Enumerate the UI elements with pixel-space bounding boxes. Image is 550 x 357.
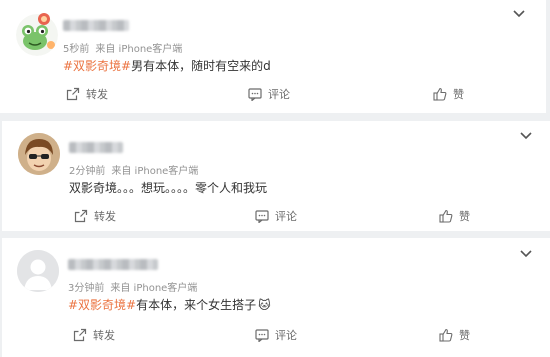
comment-button[interactable]: 评论: [248, 86, 290, 102]
username-blurred[interactable]: [69, 142, 123, 153]
comment-text: #双影奇境#男有本体，随时有空来的d: [63, 57, 271, 74]
comment-card: 5秒前 来自 iPhone客户端 #双影奇境#男有本体，随时有空来的d 转发 评论…: [0, 0, 546, 113]
repost-label: 转发: [94, 210, 116, 223]
repost-button[interactable]: 转发: [73, 327, 115, 343]
action-bar: 转发 评论 赞: [2, 327, 550, 347]
default-avatar[interactable]: [17, 250, 59, 292]
comment-meta: 5秒前 来自 iPhone客户端: [63, 40, 182, 55]
topic-tag[interactable]: #双影奇境#: [68, 298, 136, 312]
username-blurred[interactable]: [63, 20, 129, 31]
topic-tag[interactable]: #双影奇境#: [63, 59, 131, 73]
repost-button[interactable]: 转发: [66, 86, 108, 102]
comment-feed: 5秒前 来自 iPhone客户端 #双影奇境#男有本体，随时有空来的d 转发 评论…: [0, 0, 550, 357]
badge-icon: [38, 13, 50, 25]
comment-meta: 3分钟前 来自 iPhone客户端: [68, 279, 197, 294]
repost-button[interactable]: 转发: [74, 208, 116, 224]
source: 来自 iPhone客户端: [111, 166, 199, 177]
action-bar: 转发 评论 赞: [2, 208, 550, 228]
comment-card: 2分钟前 来自 iPhone客户端 双影奇境。。。想玩。。。。零个人和我玩 转发 …: [2, 121, 550, 231]
repost-icon: [73, 328, 87, 342]
timestamp: 5秒前: [63, 44, 90, 55]
default-user-icon: [17, 250, 59, 292]
comment-label: 评论: [275, 210, 297, 223]
like-button[interactable]: 赞: [439, 208, 470, 224]
username-blurred[interactable]: [68, 259, 158, 270]
like-icon: [439, 328, 453, 342]
source: 来自 iPhone客户端: [110, 283, 198, 294]
comment-text: 双影奇境。。。想玩。。。。零个人和我玩: [69, 179, 267, 196]
comment-body: 男有本体，随时有空来的d: [131, 59, 271, 73]
boy-avatar[interactable]: [18, 133, 60, 175]
repost-icon: [74, 209, 88, 223]
comment-icon: [255, 209, 269, 223]
like-icon: [433, 87, 447, 101]
comment-body: 双影奇境。。。想玩。。。。零个人和我玩: [69, 181, 268, 195]
comment-button[interactable]: 评论: [255, 327, 297, 343]
like-icon: [439, 209, 453, 223]
comment-label: 评论: [275, 329, 297, 342]
cat-emoji: 🐱: [258, 298, 271, 312]
comment-button[interactable]: 评论: [255, 208, 297, 224]
comment-icon: [255, 328, 269, 342]
chevron-down-icon[interactable]: [519, 249, 533, 259]
like-button[interactable]: 赞: [433, 86, 464, 102]
like-label: 赞: [453, 88, 464, 101]
chevron-down-icon[interactable]: [512, 9, 526, 19]
comment-body: 有本体，来个女生搭子: [136, 298, 257, 312]
comment-card: 3分钟前 来自 iPhone客户端 #双影奇境#有本体，来个女生搭子 🐱 转发 评论…: [2, 238, 550, 357]
timestamp: 3分钟前: [68, 283, 105, 294]
like-button[interactable]: 赞: [439, 327, 470, 343]
cartoon-boy-icon: [18, 133, 60, 175]
like-label: 赞: [459, 329, 470, 342]
source: 来自 iPhone客户端: [95, 44, 183, 55]
repost-label: 转发: [86, 88, 108, 101]
chevron-down-icon[interactable]: [519, 131, 533, 141]
action-bar: 转发 评论 赞: [0, 86, 546, 106]
comment-meta: 2分钟前 来自 iPhone客户端: [69, 162, 198, 177]
like-label: 赞: [459, 210, 470, 223]
timestamp: 2分钟前: [69, 166, 106, 177]
comment-icon: [248, 87, 262, 101]
comment-label: 评论: [268, 88, 290, 101]
repost-label: 转发: [93, 329, 115, 342]
repost-icon: [66, 87, 80, 101]
comment-text: #双影奇境#有本体，来个女生搭子 🐱: [68, 296, 271, 313]
